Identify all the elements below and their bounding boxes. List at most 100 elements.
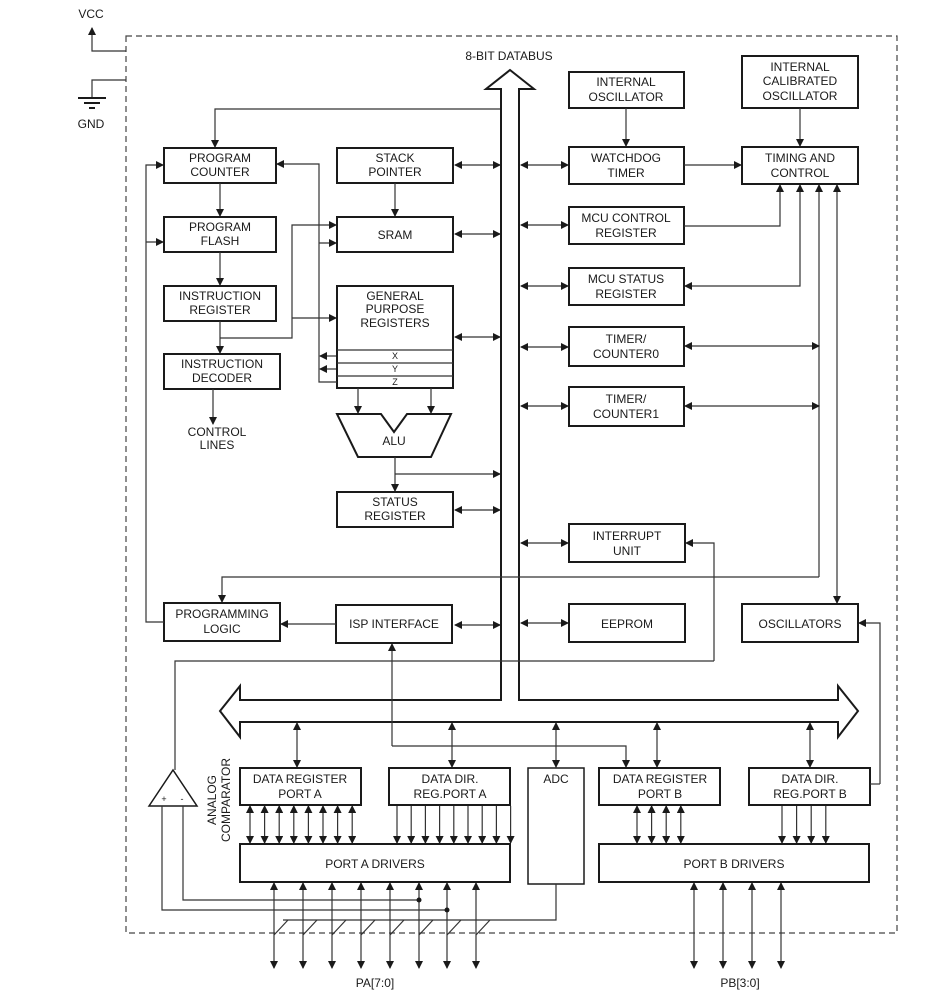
block-diagram: VCC GND 8-BIT DATABUS PROGRAM COUNTER PR… [78,7,898,990]
block-status-register: STATUS REGISTER [336,491,454,528]
block-timer-counter1: TIMER/ COUNTER1 [568,386,685,427]
analog-comparator-label: ANALOG [205,775,219,825]
svg-text:REGISTERS: REGISTERS [360,316,429,330]
svg-text:-: - [181,794,184,804]
svg-text:LINES: LINES [200,438,235,452]
svg-text:DECODER: DECODER [192,371,252,385]
bus-to-pc [211,108,500,148]
svg-text:DATA REGISTER: DATA REGISTER [613,772,708,786]
svg-text:ISP INTERFACE: ISP INTERFACE [349,617,439,631]
block-internal-calibrated-oscillator: INTERNAL CALIBRATED OSCILLATOR [741,55,859,109]
block-port-b-drivers: PORT B DRIVERS [598,843,870,883]
svg-text:TIMER: TIMER [607,166,645,180]
block-alu: ALU [335,413,453,458]
to-prog-logic [218,576,819,603]
block-general-purpose-registers: GENERAL PURPOSE REGISTERS X Y Z [336,285,454,389]
svg-text:COMPARATOR: COMPARATOR [219,758,233,842]
svg-text:TIMER/: TIMER/ [606,332,647,346]
block-timer-counter0: TIMER/ COUNTER0 [568,326,685,367]
svg-text:PROGRAM: PROGRAM [189,151,251,165]
svg-text:GENERAL: GENERAL [366,289,424,303]
block-port-a-drivers: PORT A DRIVERS [239,843,511,883]
svg-text:LOGIC: LOGIC [203,622,241,636]
svg-text:PROGRAMMING: PROGRAMMING [175,607,268,621]
block-oscillators: OSCILLATORS [741,603,859,643]
svg-text:COUNTER: COUNTER [190,165,250,179]
block-adc: ADC [527,767,585,885]
svg-text:PORT B DRIVERS: PORT B DRIVERS [684,857,785,871]
junction-dot [416,897,422,903]
svg-text:OSCILLATOR: OSCILLATOR [589,90,664,104]
int-feedback [685,539,715,661]
svg-text:PORT B: PORT B [638,787,682,801]
svg-text:COUNTER1: COUNTER1 [593,407,659,421]
block-data-register-port-a: DATA REGISTER PORT A [239,767,362,806]
block-program-flash: PROGRAM FLASH [163,216,277,253]
block-programming-logic: PROGRAMMING LOGIC [163,602,281,642]
svg-text:INTERNAL: INTERNAL [596,75,656,89]
power-pins: VCC GND [78,7,126,131]
svg-text:MCU CONTROL: MCU CONTROL [581,211,671,225]
prog-to-pc [145,161,164,623]
svg-text:SRAM: SRAM [378,228,413,242]
svg-text:X: X [392,351,398,361]
svg-text:INSTRUCTION: INSTRUCTION [179,289,261,303]
svg-text:CONTROL: CONTROL [771,166,830,180]
svg-text:PORT A DRIVERS: PORT A DRIVERS [325,857,425,871]
control-lines-label: CONTROL LINES [188,425,247,452]
block-internal-oscillator: INTERNAL OSCILLATOR [568,71,685,109]
svg-text:STACK: STACK [375,151,414,165]
svg-text:TIMER/: TIMER/ [606,392,647,406]
block-isp-interface: ISP INTERFACE [335,604,453,644]
block-instruction-register: INSTRUCTION REGISTER [163,285,277,322]
z-to-pc [276,160,337,383]
svg-text:WATCHDOG: WATCHDOG [591,151,661,165]
svg-text:PROGRAM: PROGRAM [189,220,251,234]
block-data-dir-reg-port-a: DATA DIR. REG.PORT A [388,767,511,806]
svg-text:INTERNAL: INTERNAL [770,60,830,74]
svg-text:REGISTER: REGISTER [595,226,657,240]
svg-text:DATA DIR.: DATA DIR. [422,772,479,786]
svg-text:FLASH: FLASH [201,234,240,248]
ddrb-to-osc [858,619,881,784]
block-interrupt-unit: INTERRUPT UNIT [568,523,686,563]
svg-text:INSTRUCTION: INSTRUCTION [181,357,263,371]
block-program-counter: PROGRAM COUNTER [163,147,277,184]
mcucr-to-timing [684,184,784,227]
junction-dot [444,907,450,913]
block-timing-control: TIMING AND CONTROL [741,146,859,185]
svg-text:+: + [161,794,166,804]
svg-text:REGISTER: REGISTER [364,509,426,523]
databus-label: 8-BIT DATABUS [465,49,552,63]
svg-text:OSCILLATOR: OSCILLATOR [763,89,838,103]
block-mcu-status-register: MCU STATUS REGISTER [568,267,685,306]
port-a-pins-label: PA[7:0] [356,976,394,990]
svg-text:EEPROM: EEPROM [601,617,653,631]
svg-text:TIMING AND: TIMING AND [765,151,835,165]
svg-text:STATUS: STATUS [372,495,418,509]
svg-text:UNIT: UNIT [613,544,642,558]
port-b-pins-label: PB[3:0] [720,976,759,990]
gnd-label: GND [78,117,105,131]
block-data-register-port-b: DATA REGISTER PORT B [598,767,721,806]
block-eeprom: EEPROM [568,603,686,643]
timing-mcusr [684,184,804,290]
block-mcu-control-register: MCU CONTROL REGISTER [568,206,685,245]
svg-text:MCU STATUS: MCU STATUS [588,272,664,286]
block-data-dir-reg-port-b: DATA DIR. REG.PORT B [748,767,871,806]
svg-text:ALU: ALU [382,434,405,448]
svg-text:Z: Z [392,377,398,387]
block-sram: SRAM [336,216,454,253]
svg-text:REGISTER: REGISTER [595,287,657,301]
ground-icon [78,97,106,109]
to-datareg-b [392,745,630,768]
svg-text:REGISTER: REGISTER [189,303,251,317]
svg-text:REG.PORT A: REG.PORT A [414,787,487,801]
svg-text:OSCILLATORS: OSCILLATORS [759,617,842,631]
svg-text:Y: Y [392,364,398,374]
svg-text:PORT A: PORT A [278,787,322,801]
block-watchdog-timer: WATCHDOG TIMER [568,146,685,185]
svg-text:CALIBRATED: CALIBRATED [763,74,838,88]
svg-text:INTERRUPT: INTERRUPT [593,529,662,543]
svg-text:REG.PORT B: REG.PORT B [773,787,847,801]
